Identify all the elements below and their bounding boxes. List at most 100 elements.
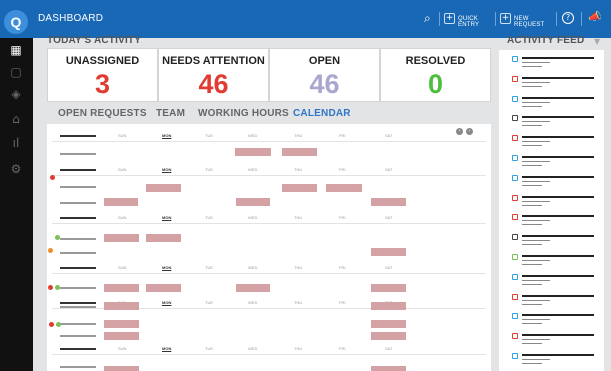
row-name-bar bbox=[60, 135, 96, 137]
map-icon[interactable]: ▢ bbox=[8, 64, 24, 80]
chat-icon[interactable] bbox=[512, 293, 518, 300]
feed-item-title-bar[interactable] bbox=[522, 255, 594, 257]
shift-block[interactable] bbox=[326, 184, 362, 192]
tab-open-requests[interactable]: OPEN REQUESTS bbox=[58, 108, 147, 119]
shift-block[interactable] bbox=[371, 302, 406, 310]
tab-team[interactable]: TEAM bbox=[156, 108, 185, 119]
feed-item-title-bar[interactable] bbox=[522, 235, 594, 238]
shift-block[interactable] bbox=[371, 332, 406, 340]
shift-block[interactable] bbox=[371, 320, 406, 328]
alert-icon[interactable] bbox=[512, 135, 518, 142]
day-label: TUE bbox=[205, 300, 213, 305]
tab-calendar[interactable]: CALENDAR bbox=[293, 108, 351, 119]
day-label: TUE bbox=[205, 346, 213, 351]
feed-item-sub-bar bbox=[522, 240, 550, 242]
feed-item-title-bar[interactable] bbox=[522, 314, 594, 317]
filter-icon[interactable]: ▼ bbox=[594, 37, 600, 46]
day-label: WED bbox=[248, 133, 258, 138]
grid-icon[interactable]: ▦ bbox=[8, 42, 24, 58]
feed-item-title-bar[interactable] bbox=[522, 96, 594, 99]
feed-item-title-bar[interactable] bbox=[522, 57, 594, 59]
feed-item-title-bar[interactable] bbox=[522, 136, 594, 139]
megaphone-icon[interactable]: 📣 bbox=[588, 10, 602, 23]
quick-entry-button[interactable]: + QUICK ENTRY bbox=[444, 12, 500, 28]
refresh-icon[interactable] bbox=[512, 155, 518, 161]
feed-item-title-bar[interactable] bbox=[522, 195, 594, 198]
day-label: SUN bbox=[118, 215, 127, 220]
shift-block[interactable] bbox=[104, 332, 139, 340]
help-icon[interactable]: ? bbox=[562, 12, 574, 24]
activity-feed-title: ACTIVITY FEED bbox=[507, 35, 585, 46]
feed-item-title-bar[interactable] bbox=[522, 175, 594, 178]
shift-block[interactable] bbox=[236, 284, 270, 292]
shift-block[interactable] bbox=[371, 366, 406, 371]
stat-card-needs-attention[interactable]: NEEDS ATTENTION 46 bbox=[158, 48, 269, 102]
feed-item-sub-bar bbox=[522, 180, 550, 182]
day-label: FRI bbox=[339, 215, 346, 220]
feed-item-title-bar[interactable] bbox=[522, 294, 594, 297]
feed-item-title-bar[interactable] bbox=[522, 215, 594, 218]
feed-item-sub-bar bbox=[522, 66, 542, 67]
shift-block[interactable] bbox=[371, 248, 406, 256]
alert-icon[interactable] bbox=[512, 214, 518, 221]
status-red-dot bbox=[49, 322, 54, 327]
chevron-left-icon[interactable]: ‹ bbox=[456, 128, 463, 135]
bar-chart-icon[interactable]: ıl bbox=[8, 135, 24, 151]
app-logo[interactable]: Q bbox=[4, 10, 28, 34]
feed-item-sub-bar bbox=[522, 145, 542, 147]
feed-item-title-bar[interactable] bbox=[522, 116, 594, 119]
tab-working-hours[interactable]: WORKING HOURS bbox=[198, 108, 289, 119]
shift-block[interactable] bbox=[146, 234, 181, 242]
row-name-bar bbox=[60, 267, 96, 269]
chat-icon[interactable] bbox=[512, 353, 518, 359]
stat-card-resolved[interactable]: RESOLVED 0 bbox=[380, 48, 491, 102]
shift-block[interactable] bbox=[104, 302, 139, 310]
alert-icon[interactable] bbox=[512, 194, 518, 201]
shift-block[interactable] bbox=[236, 198, 270, 206]
stat-card-unassigned[interactable]: UNASSIGNED 3 bbox=[47, 48, 158, 102]
chevron-right-icon[interactable]: › bbox=[466, 128, 473, 135]
doc-icon[interactable] bbox=[512, 115, 518, 122]
chat-icon[interactable] bbox=[512, 95, 518, 102]
chat-icon[interactable] bbox=[512, 56, 518, 62]
stat-label: RESOLVED bbox=[405, 55, 466, 67]
layers-icon[interactable]: ◈ bbox=[8, 86, 24, 102]
shift-block[interactable] bbox=[146, 184, 181, 192]
chat-icon[interactable] bbox=[512, 174, 518, 181]
todays-activity-title: TODAY'S ACTIVITY bbox=[47, 35, 142, 46]
building-icon[interactable]: ⌂ bbox=[8, 111, 24, 127]
shift-block[interactable] bbox=[235, 148, 271, 156]
day-label: WED bbox=[248, 265, 258, 270]
stat-label: NEEDS ATTENTION bbox=[162, 55, 265, 67]
new-request-button[interactable]: + NEW REQUEST bbox=[500, 12, 560, 28]
stat-label: OPEN bbox=[308, 55, 341, 67]
shift-block[interactable] bbox=[104, 198, 138, 206]
feed-item-title-bar[interactable] bbox=[522, 354, 594, 356]
shift-block[interactable] bbox=[282, 148, 317, 156]
chat-icon[interactable] bbox=[512, 333, 518, 340]
settings-icon[interactable]: ⚙ bbox=[8, 161, 24, 177]
feed-item-title-bar[interactable] bbox=[522, 334, 594, 337]
shift-block[interactable] bbox=[104, 234, 139, 242]
plus-icon: + bbox=[500, 13, 511, 24]
shift-block[interactable] bbox=[104, 320, 139, 328]
feed-item-title-bar[interactable] bbox=[522, 274, 594, 277]
shift-block[interactable] bbox=[282, 184, 317, 192]
shift-block[interactable] bbox=[104, 366, 139, 371]
chat-icon[interactable] bbox=[512, 313, 518, 320]
shift-block[interactable] bbox=[371, 198, 406, 206]
doc-icon[interactable] bbox=[512, 234, 518, 241]
search-icon[interactable]: ⌕ bbox=[424, 11, 431, 26]
shift-block[interactable] bbox=[146, 284, 181, 292]
stat-card-open[interactable]: OPEN 46 bbox=[269, 48, 380, 102]
shift-block[interactable] bbox=[104, 284, 139, 292]
feed-item-title-bar[interactable] bbox=[522, 76, 594, 79]
shift-block[interactable] bbox=[371, 284, 406, 292]
feed-item-sub-bar bbox=[522, 161, 550, 162]
image-icon[interactable] bbox=[512, 254, 518, 260]
alert-icon[interactable] bbox=[512, 75, 518, 82]
feed-item-title-bar[interactable] bbox=[522, 156, 594, 158]
chat-icon[interactable] bbox=[512, 273, 518, 280]
feed-item-sub-bar bbox=[522, 244, 542, 246]
row-sub-bar bbox=[60, 202, 96, 204]
